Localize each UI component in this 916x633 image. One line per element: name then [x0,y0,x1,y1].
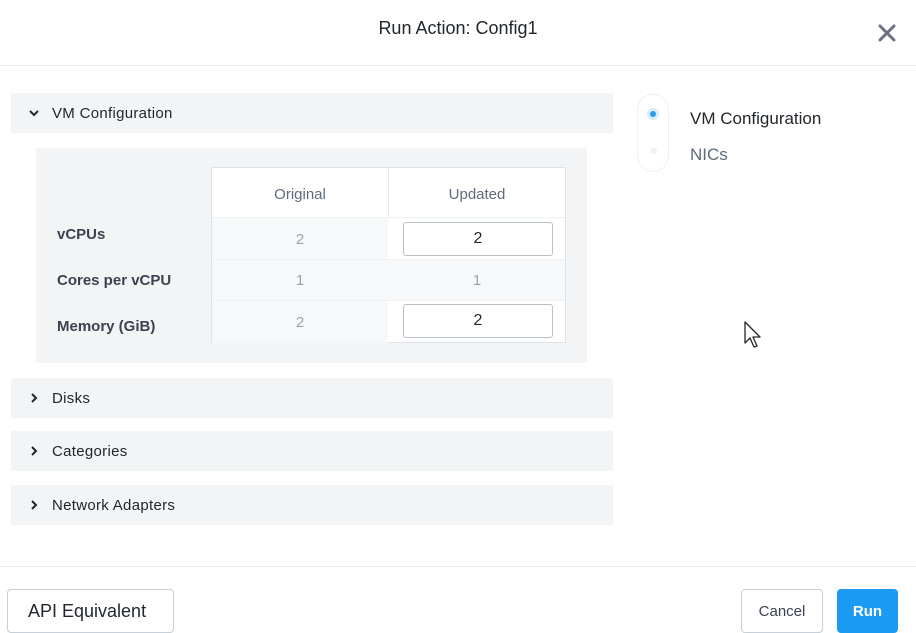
section-network-adapters[interactable]: Network Adapters [11,485,613,525]
updated-value: 1 [472,272,482,289]
run-button[interactable]: Run [837,589,898,633]
original-value: 2 [295,314,305,331]
section-label: Network Adapters [52,496,176,514]
row-label-cores-per-vcpu: Cores per vCPU [57,272,172,289]
cell-original: 2 [212,218,388,260]
section-label: Disks [52,389,91,407]
chevron-down-icon [28,107,40,119]
section-categories[interactable]: Categories [11,431,613,471]
table-row-vcpus: 2 [212,217,565,260]
section-label: VM Configuration [52,104,173,122]
dialog-title: Run Action: Config1 [378,18,538,38]
step-vm-configuration[interactable]: VM Configuration [690,109,821,129]
close-icon[interactable] [874,20,900,46]
original-value: 1 [295,272,305,289]
original-value: 2 [295,231,305,248]
chevron-right-icon [28,499,40,511]
memory-input[interactable] [403,304,553,338]
row-label-vcpus: vCPUs [57,226,106,243]
section-vm-configuration[interactable]: VM Configuration [11,93,613,133]
cancel-button[interactable]: Cancel [741,589,823,633]
cell-updated [389,218,565,260]
vcpus-input[interactable] [403,222,553,256]
mouse-cursor-icon [744,321,764,349]
column-header-updated: Updated [448,186,506,203]
chevron-right-icon [28,445,40,457]
section-disks[interactable]: Disks [11,378,613,418]
config-table: Original Updated 2 1 1 2 [211,167,566,343]
footer-divider [0,566,916,567]
cell-original: 1 1 [212,260,565,301]
chevron-right-icon [28,392,40,404]
cell-updated [389,301,565,343]
cell-original: 2 [212,301,388,343]
column-header-original: Original [274,186,326,203]
row-label-memory: Memory (GiB) [57,318,156,335]
step-indicator-active [647,108,659,120]
step-nics[interactable]: NICs [690,145,728,165]
step-navigator [637,94,669,172]
dialog-header: Run Action: Config1 [0,0,916,66]
api-equivalent-button[interactable]: API Equivalent [7,589,174,633]
section-label: Categories [52,442,128,460]
table-row-memory: 2 [212,300,565,343]
step-indicator-inactive [651,148,657,154]
table-row-cores-per-vcpu: 1 1 [212,259,565,301]
vm-configuration-panel: vCPUs Cores per vCPU Memory (GiB) Origin… [36,148,587,363]
